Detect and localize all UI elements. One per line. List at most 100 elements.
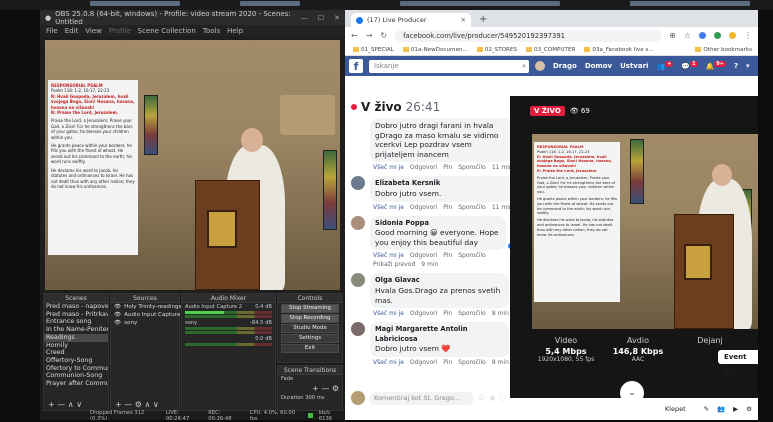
volume-slider[interactable]	[185, 315, 272, 318]
mixer-channel[interactable]: 0.0 dB	[182, 335, 275, 347]
duration-row[interactable]: Duration 300 ms	[278, 394, 342, 402]
bookmark-folder[interactable]: 03_COMPUTER	[526, 47, 575, 53]
avatar[interactable]	[535, 61, 545, 71]
scene-item[interactable]: Offertory-Song	[44, 357, 108, 365]
bookmark-folder[interactable]: 03a_Facebook live s...	[584, 47, 653, 53]
comment-input[interactable]: Komentiraj kot St. Grego...	[369, 391, 474, 405]
emoji-icon[interactable]: ☺	[478, 394, 485, 402]
eye-icon[interactable]: 👁	[114, 303, 121, 311]
reply-button[interactable]: Odgovori	[410, 204, 437, 211]
source-item[interactable]: 👁 Holy Trinity-readings	[111, 303, 182, 311]
menu-tools[interactable]: Tools	[203, 27, 220, 35]
reply-button[interactable]: Odgovori	[410, 164, 437, 171]
scene-item[interactable]: Ofertory to Communion	[44, 365, 108, 373]
scene-item[interactable]: Homily	[44, 342, 108, 350]
close-icon[interactable]: ✕	[334, 14, 340, 22]
message-button[interactable]: Sporočilo	[458, 164, 486, 171]
minimize-icon[interactable]: —	[301, 14, 308, 22]
studio-mode-button[interactable]: Studio Mode	[281, 324, 339, 333]
pin-button[interactable]: Pin	[443, 359, 452, 366]
stop-streaming-button[interactable]: Stop Streaming	[281, 304, 339, 313]
group-icon[interactable]: 👥	[717, 405, 725, 413]
menu-help[interactable]: Help	[227, 27, 243, 35]
avatar[interactable]	[351, 322, 365, 337]
reload-icon[interactable]: ↻	[380, 31, 387, 40]
eye-icon[interactable]: 👁	[114, 311, 121, 319]
pin-button[interactable]: Pin	[443, 164, 452, 171]
notifications-icon[interactable]: 🔔 9+	[706, 61, 726, 71]
other-bookmarks[interactable]: Other bookmarks	[695, 47, 752, 53]
star-icon[interactable]: ☆	[684, 31, 691, 40]
scene-item[interactable]: Pred maso - Pritrkavanje	[44, 311, 108, 319]
message-button[interactable]: Sporočilo	[458, 252, 486, 259]
menu-dots-icon[interactable]: ⋮	[744, 31, 752, 40]
menu-profile[interactable]: Profile	[109, 27, 131, 35]
nav-home[interactable]: Domov	[585, 62, 612, 70]
pin-button[interactable]: Pin	[443, 310, 452, 317]
close-tab-icon[interactable]: ✕	[461, 16, 466, 24]
settings-button[interactable]: Settings	[281, 334, 339, 343]
mixer-channel[interactable]: Audio Input Capture 2 0.4 dB	[182, 303, 275, 319]
extension-icon[interactable]	[699, 32, 706, 39]
scene-item[interactable]: Creed	[44, 349, 108, 357]
mixer-channel[interactable]: sony -84.5 dB	[182, 319, 275, 335]
nav-profile[interactable]: Drago	[553, 62, 577, 70]
url-input[interactable]: facebook.com/live/producer/5495201923973…	[395, 29, 662, 42]
reply-button[interactable]: Odgovori	[410, 252, 437, 259]
scene-item[interactable]: Entrance song	[44, 318, 108, 326]
message-button[interactable]: Sporočilo	[458, 359, 486, 366]
extension-icon[interactable]	[729, 32, 736, 39]
compose-icon[interactable]: ✎	[704, 405, 709, 413]
bookmark-folder[interactable]: 01_SPECIAL	[353, 47, 394, 53]
avatar[interactable]	[351, 273, 365, 288]
chevron-down-icon[interactable]: ▾	[746, 62, 750, 70]
message-button[interactable]: Sporočilo	[458, 310, 486, 317]
window-controls[interactable]: — ☐ ✕	[301, 14, 340, 22]
commenter-name[interactable]: Elizabeta Kersnik	[375, 179, 508, 189]
camera-icon[interactable]: ◉	[489, 394, 495, 402]
duration-value[interactable]: 300 ms	[305, 395, 324, 401]
video-call-icon[interactable]: ▶	[733, 405, 738, 413]
live-video-player[interactable]: RESPONSORIAL PSALM Psalm 118: 1-2, 16-17…	[532, 134, 758, 329]
avatar[interactable]	[351, 215, 365, 230]
scene-item-selected[interactable]: Readings	[44, 333, 108, 342]
scene-item[interactable]: In the Name-Penitential	[44, 326, 108, 334]
search-icon[interactable]: ⌕	[522, 60, 526, 73]
scenes-toolbar[interactable]: + — ∧ ∨	[44, 400, 108, 410]
gear-icon[interactable]: ⚙	[746, 405, 752, 413]
transition-add-remove[interactable]: + — ⚙	[278, 383, 342, 394]
scene-item[interactable]: Prayer after Communion	[44, 380, 108, 388]
menu-view[interactable]: View	[85, 27, 102, 35]
volume-slider[interactable]	[185, 331, 272, 334]
sticker-icon[interactable]: ▢	[499, 394, 506, 402]
facebook-search-input[interactable]: Iskanje ⌕	[369, 59, 529, 73]
menu-edit[interactable]: Edit	[65, 27, 79, 35]
maximize-icon[interactable]: ☐	[318, 14, 324, 22]
source-item[interactable]: 👁 sony	[111, 319, 179, 327]
pin-button[interactable]: Pin	[443, 204, 452, 211]
commenter-name[interactable]: Olga Glavac	[375, 276, 504, 286]
commenter-name[interactable]: Sidonia Poppa	[375, 219, 501, 229]
browser-tab[interactable]: (17) Live Producer ✕	[351, 13, 471, 27]
bookmark-folder[interactable]: 01a-NewDocumen...	[403, 47, 468, 53]
avatar[interactable]	[351, 176, 365, 191]
reply-button[interactable]: Odgovori	[410, 359, 437, 366]
like-button[interactable]: Všeč mi je	[373, 252, 404, 259]
extension-icon[interactable]	[714, 32, 721, 39]
zoom-icon[interactable]: ⊕	[669, 31, 676, 40]
stop-recording-button[interactable]: Stop Recording	[281, 314, 339, 323]
friends-icon[interactable]: 👥 +	[656, 61, 674, 71]
menu-file[interactable]: File	[46, 27, 58, 35]
chat-label[interactable]: Klepet	[665, 405, 686, 413]
like-button[interactable]: Všeč mi je	[373, 164, 404, 171]
back-icon[interactable]: ←	[351, 31, 358, 40]
help-icon[interactable]: ?	[734, 62, 738, 70]
source-item[interactable]: 👁 Audio Input Capture	[111, 311, 180, 319]
facebook-logo-icon[interactable]: f	[349, 59, 363, 73]
event-log-button[interactable]: Event Lo	[718, 350, 758, 375]
bookmark-folder[interactable]: 02_STORES	[477, 47, 517, 53]
reply-button[interactable]: Odgovori	[410, 310, 437, 317]
like-button[interactable]: Všeč mi je	[373, 204, 404, 211]
pin-button[interactable]: Pin	[443, 252, 452, 259]
exit-button[interactable]: Exit	[281, 344, 339, 353]
